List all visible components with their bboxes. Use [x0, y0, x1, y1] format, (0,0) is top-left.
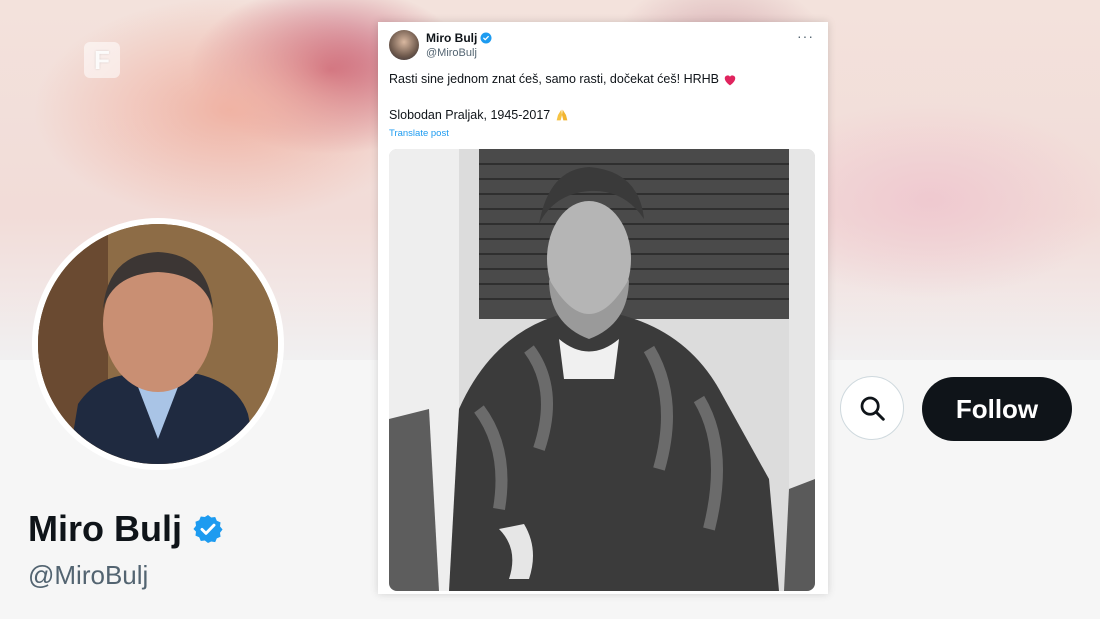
- avatar-photo: [38, 224, 278, 464]
- heart-icon: [724, 74, 736, 85]
- translate-post-link[interactable]: Translate post: [389, 128, 449, 139]
- tweet-text-line1-content: Rasti sine jednom znat ćeš, samo rasti, …: [389, 72, 719, 86]
- tweet-author-avatar[interactable]: [389, 30, 419, 60]
- tweet-author-handle[interactable]: @MiroBulj: [426, 47, 477, 59]
- verified-badge-icon: [480, 32, 492, 44]
- tweet-author-name-text: Miro Bulj: [426, 31, 478, 45]
- more-options-icon[interactable]: ···: [797, 28, 814, 44]
- follow-button[interactable]: Follow: [922, 377, 1072, 441]
- channel-logo: F: [84, 42, 120, 78]
- tweet-photo[interactable]: [389, 149, 815, 591]
- tweet-text-line1: Rasti sine jednom znat ćeš, samo rasti, …: [389, 72, 737, 86]
- pray-icon: [556, 109, 568, 121]
- search-icon: [860, 396, 885, 421]
- tweet-card[interactable]: Miro Bulj @MiroBulj ··· Rasti sine jedno…: [378, 22, 828, 594]
- tweet-author-name[interactable]: Miro Bulj: [426, 31, 492, 45]
- search-button[interactable]: [840, 376, 904, 440]
- avatar[interactable]: [38, 224, 278, 464]
- tweet-photo-image: [389, 149, 815, 591]
- tweet-text-line2: Slobodan Praljak, 1945-2017: [389, 108, 570, 122]
- profile-name: Miro Bulj: [28, 508, 224, 550]
- tweet-text-line2-content: Slobodan Praljak, 1945-2017: [389, 108, 551, 122]
- verified-badge-icon: [193, 515, 223, 543]
- profile-name-text: Miro Bulj: [28, 508, 182, 549]
- profile-handle: @MiroBulj: [28, 560, 149, 590]
